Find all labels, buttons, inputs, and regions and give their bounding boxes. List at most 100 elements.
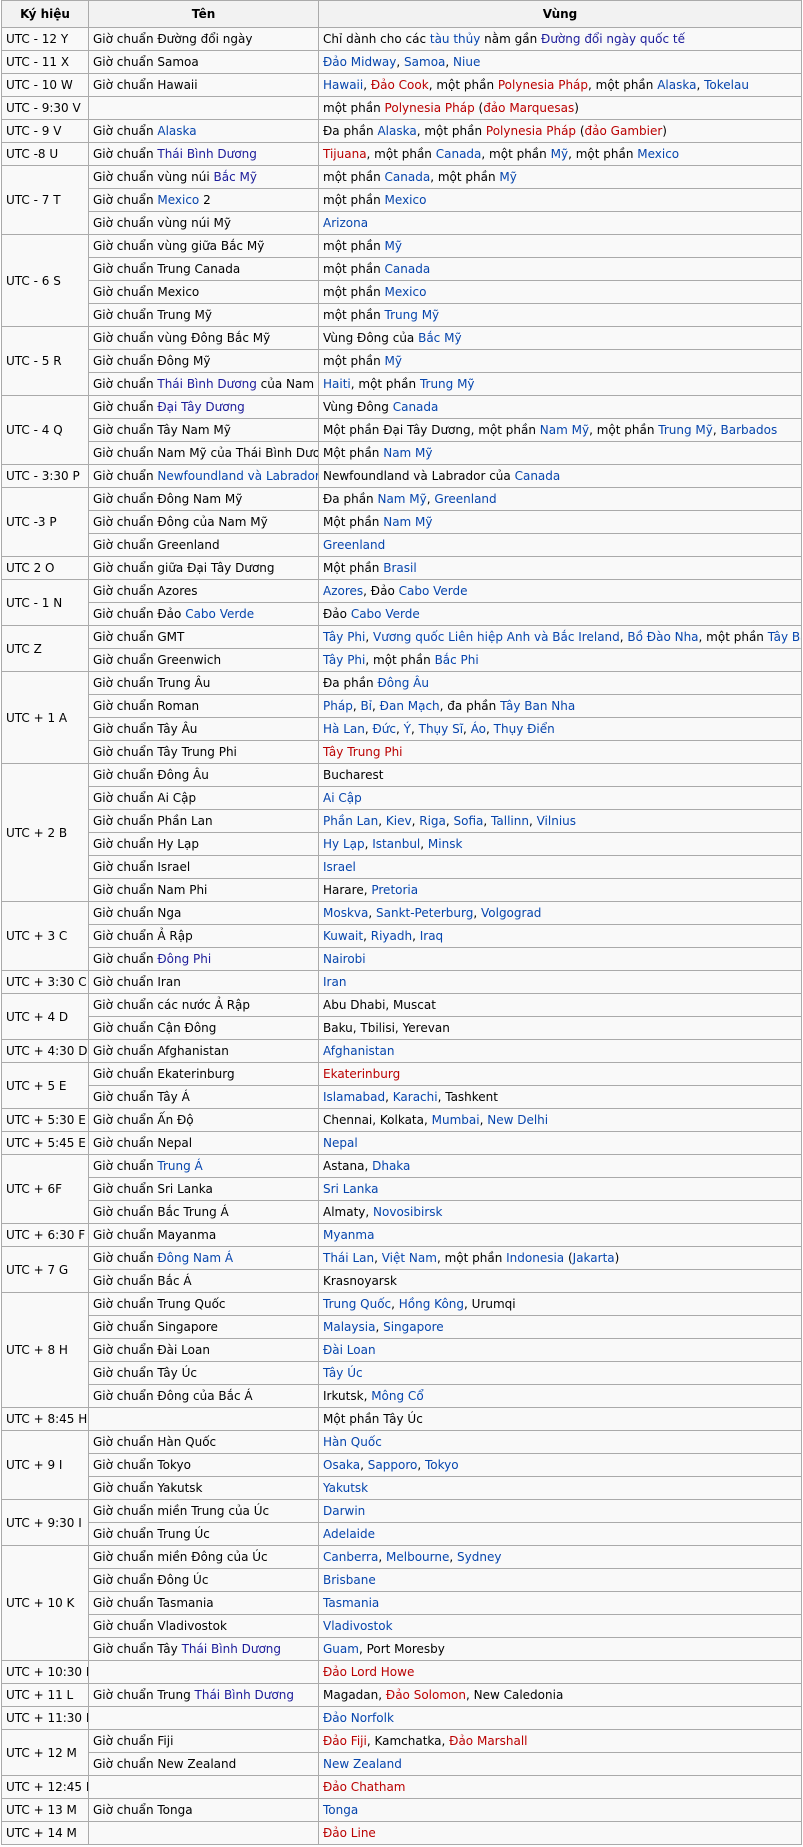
link[interactable]: Iran [323,975,346,989]
link[interactable]: Đảo Marshall [449,1734,527,1748]
link[interactable]: Tonga [323,1803,358,1817]
link[interactable]: Đảo Line [323,1826,376,1840]
link[interactable]: Myanma [323,1228,374,1242]
link[interactable]: Tây Phi [323,653,365,667]
link[interactable]: Adelaide [323,1527,375,1541]
link[interactable]: Canberra [323,1550,378,1564]
link[interactable]: Israel [323,860,356,874]
link[interactable]: Áo [471,722,486,736]
link[interactable]: Hàn Quốc [323,1435,382,1449]
link[interactable]: Brasil [383,561,416,575]
link[interactable]: Islamabad [323,1090,385,1104]
link[interactable]: Brisbane [323,1573,376,1587]
link[interactable]: Mexico [385,193,427,207]
link[interactable]: Kiev [386,814,412,828]
link[interactable]: Đan Mạch [380,699,440,713]
link[interactable]: Đức [372,722,396,736]
link[interactable]: Canada [385,262,431,276]
link[interactable]: Ekaterinburg [323,1067,400,1081]
link[interactable]: Riyadh [371,929,412,943]
link[interactable]: Đông Phi [157,952,211,966]
link[interactable]: Sankt-Peterburg [376,906,473,920]
link[interactable]: Guam [323,1642,359,1656]
link[interactable]: Mexico [637,147,679,161]
link[interactable]: Polynesia Pháp [498,78,588,92]
link[interactable]: Mỹ [385,239,402,253]
link[interactable]: Karachi [393,1090,438,1104]
link[interactable]: Ý [404,722,411,736]
link[interactable]: Tasmania [323,1596,379,1610]
link[interactable]: Melbourne [386,1550,449,1564]
link[interactable]: Alaska [657,78,696,92]
link[interactable]: Nairobi [323,952,366,966]
link[interactable]: Jakarta [573,1251,615,1265]
link[interactable]: tàu thủy [430,32,481,46]
link[interactable]: Dhaka [372,1159,410,1173]
link[interactable]: Đảo Norfolk [323,1711,394,1725]
link[interactable]: Trung Mỹ [658,423,713,437]
link[interactable]: Malaysia [323,1320,375,1334]
link[interactable]: Trung Mỹ [385,308,440,322]
link[interactable]: Canada [436,147,482,161]
link[interactable]: Trung Á [157,1159,202,1173]
link[interactable]: Mỹ [551,147,568,161]
link[interactable]: Volgograd [481,906,541,920]
link[interactable]: Mông Cổ [371,1389,423,1403]
link[interactable]: Vương quốc Liên hiệp Anh và Bắc Ireland [373,630,620,644]
link[interactable]: Pretoria [371,883,418,897]
link[interactable]: Pháp [323,699,353,713]
link[interactable]: Thái Bình Dương [195,1688,294,1702]
link[interactable]: Mỹ [385,354,402,368]
link[interactable]: Thái Bình Dương [157,147,256,161]
link[interactable]: Mỹ [499,170,516,184]
link[interactable]: Đông Âu [377,676,429,690]
link[interactable]: Sapporo [368,1458,418,1472]
link[interactable]: Mumbai [432,1113,480,1127]
link[interactable]: Canada [393,400,439,414]
link[interactable]: Tây Phi [323,630,365,644]
link[interactable]: Sri Lanka [323,1182,378,1196]
link[interactable]: Nepal [323,1136,358,1150]
link[interactable]: Thái Bình Dương [182,1642,281,1656]
link[interactable]: Haiti [323,377,351,391]
link[interactable]: Nam Mỹ [383,446,432,460]
link[interactable]: Tokelau [704,78,749,92]
link[interactable]: Singapore [383,1320,444,1334]
link[interactable]: đảo Gambier [585,124,663,138]
link[interactable]: Thái Bình Dương [157,377,256,391]
link[interactable]: Cabo Verde [351,607,420,621]
link[interactable]: Đảo Midway [323,55,396,69]
link[interactable]: Niue [453,55,480,69]
link[interactable]: Thái Lan [323,1251,374,1265]
link[interactable]: Tokyo [425,1458,459,1472]
link[interactable]: Vladivostok [323,1619,393,1633]
link[interactable]: Azores [323,584,363,598]
link[interactable]: Ai Cập [323,791,362,805]
link[interactable]: Đông Nam Á [157,1251,233,1265]
link[interactable]: Minsk [428,837,463,851]
link[interactable]: Phần Lan [323,814,378,828]
link[interactable]: Tây Úc [323,1366,363,1380]
link[interactable]: Tây Ban Nha [768,630,801,644]
link[interactable]: Hy Lạp [323,837,365,851]
link[interactable]: Đảo Lord Howe [323,1665,414,1679]
link[interactable]: Đảo Cook [371,78,429,92]
link[interactable]: Iraq [420,929,443,943]
link[interactable]: Osaka [323,1458,360,1472]
link[interactable]: Thụy Điển [494,722,555,736]
link[interactable]: Đảo Fiji [323,1734,367,1748]
link[interactable]: Việt Nam [382,1251,437,1265]
link[interactable]: đảo Marquesas [483,101,574,115]
link[interactable]: Hồng Kông [399,1297,464,1311]
link[interactable]: Đại Tây Dương [157,400,244,414]
link[interactable]: Bắc Mỹ [418,331,461,345]
link[interactable]: Barbados [721,423,778,437]
link[interactable]: Trung Quốc [323,1297,391,1311]
link[interactable]: Kuwait [323,929,363,943]
link[interactable]: Hawaii [323,78,363,92]
link[interactable]: Đài Loan [323,1343,376,1357]
link[interactable]: Đảo Chatham [323,1780,406,1794]
link[interactable]: Moskva [323,906,368,920]
link[interactable]: Tây Ban Nha [500,699,575,713]
link[interactable]: Tây Trung Phi [323,745,403,759]
